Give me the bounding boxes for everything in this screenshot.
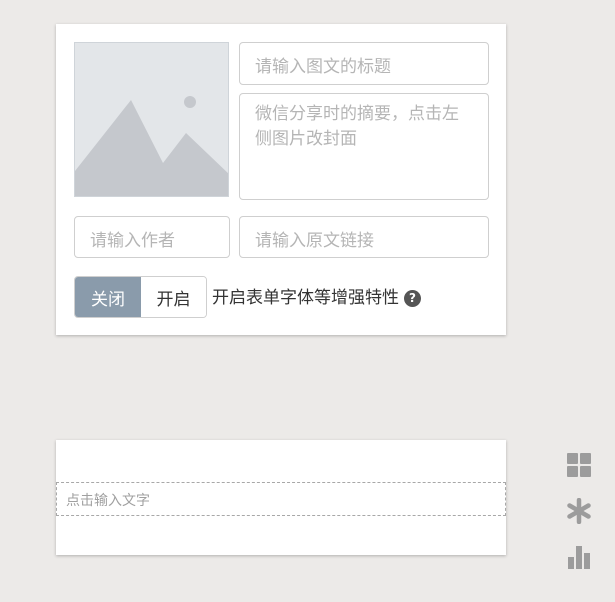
side-toolbar [566, 452, 592, 590]
author-input[interactable]: 请输入作者 [74, 216, 230, 258]
font-feature-toggle: 关闭 开启 [74, 276, 207, 318]
toggle-on-button[interactable]: 开启 [141, 277, 206, 317]
font-feature-description: 开启表单字体等增强特性 [212, 288, 399, 308]
cover-image-upload[interactable] [74, 42, 229, 197]
font-feature-label: 开启表单字体等增强特性? [212, 283, 421, 308]
source-url-input[interactable]: 请输入原文链接 [239, 216, 489, 258]
article-meta-card: 请输入图文的标题 微信分享时的摘要，点击左侧图片改封面 请输入作者 请输入原文链… [56, 24, 506, 335]
grid-icon[interactable] [566, 452, 592, 478]
toggle-off-button[interactable]: 关闭 [75, 277, 141, 317]
image-placeholder-icon [75, 43, 228, 196]
content-block-card: 点击输入文字 [56, 440, 506, 555]
title-input[interactable]: 请输入图文的标题 [239, 42, 489, 85]
bar-chart-icon[interactable] [566, 544, 592, 570]
summary-textarea[interactable]: 微信分享时的摘要，点击左侧图片改封面 [239, 93, 489, 200]
question-circle-icon[interactable]: ? [404, 289, 421, 307]
text-input-area[interactable]: 点击输入文字 [56, 482, 506, 516]
asterisk-icon[interactable] [566, 497, 592, 525]
